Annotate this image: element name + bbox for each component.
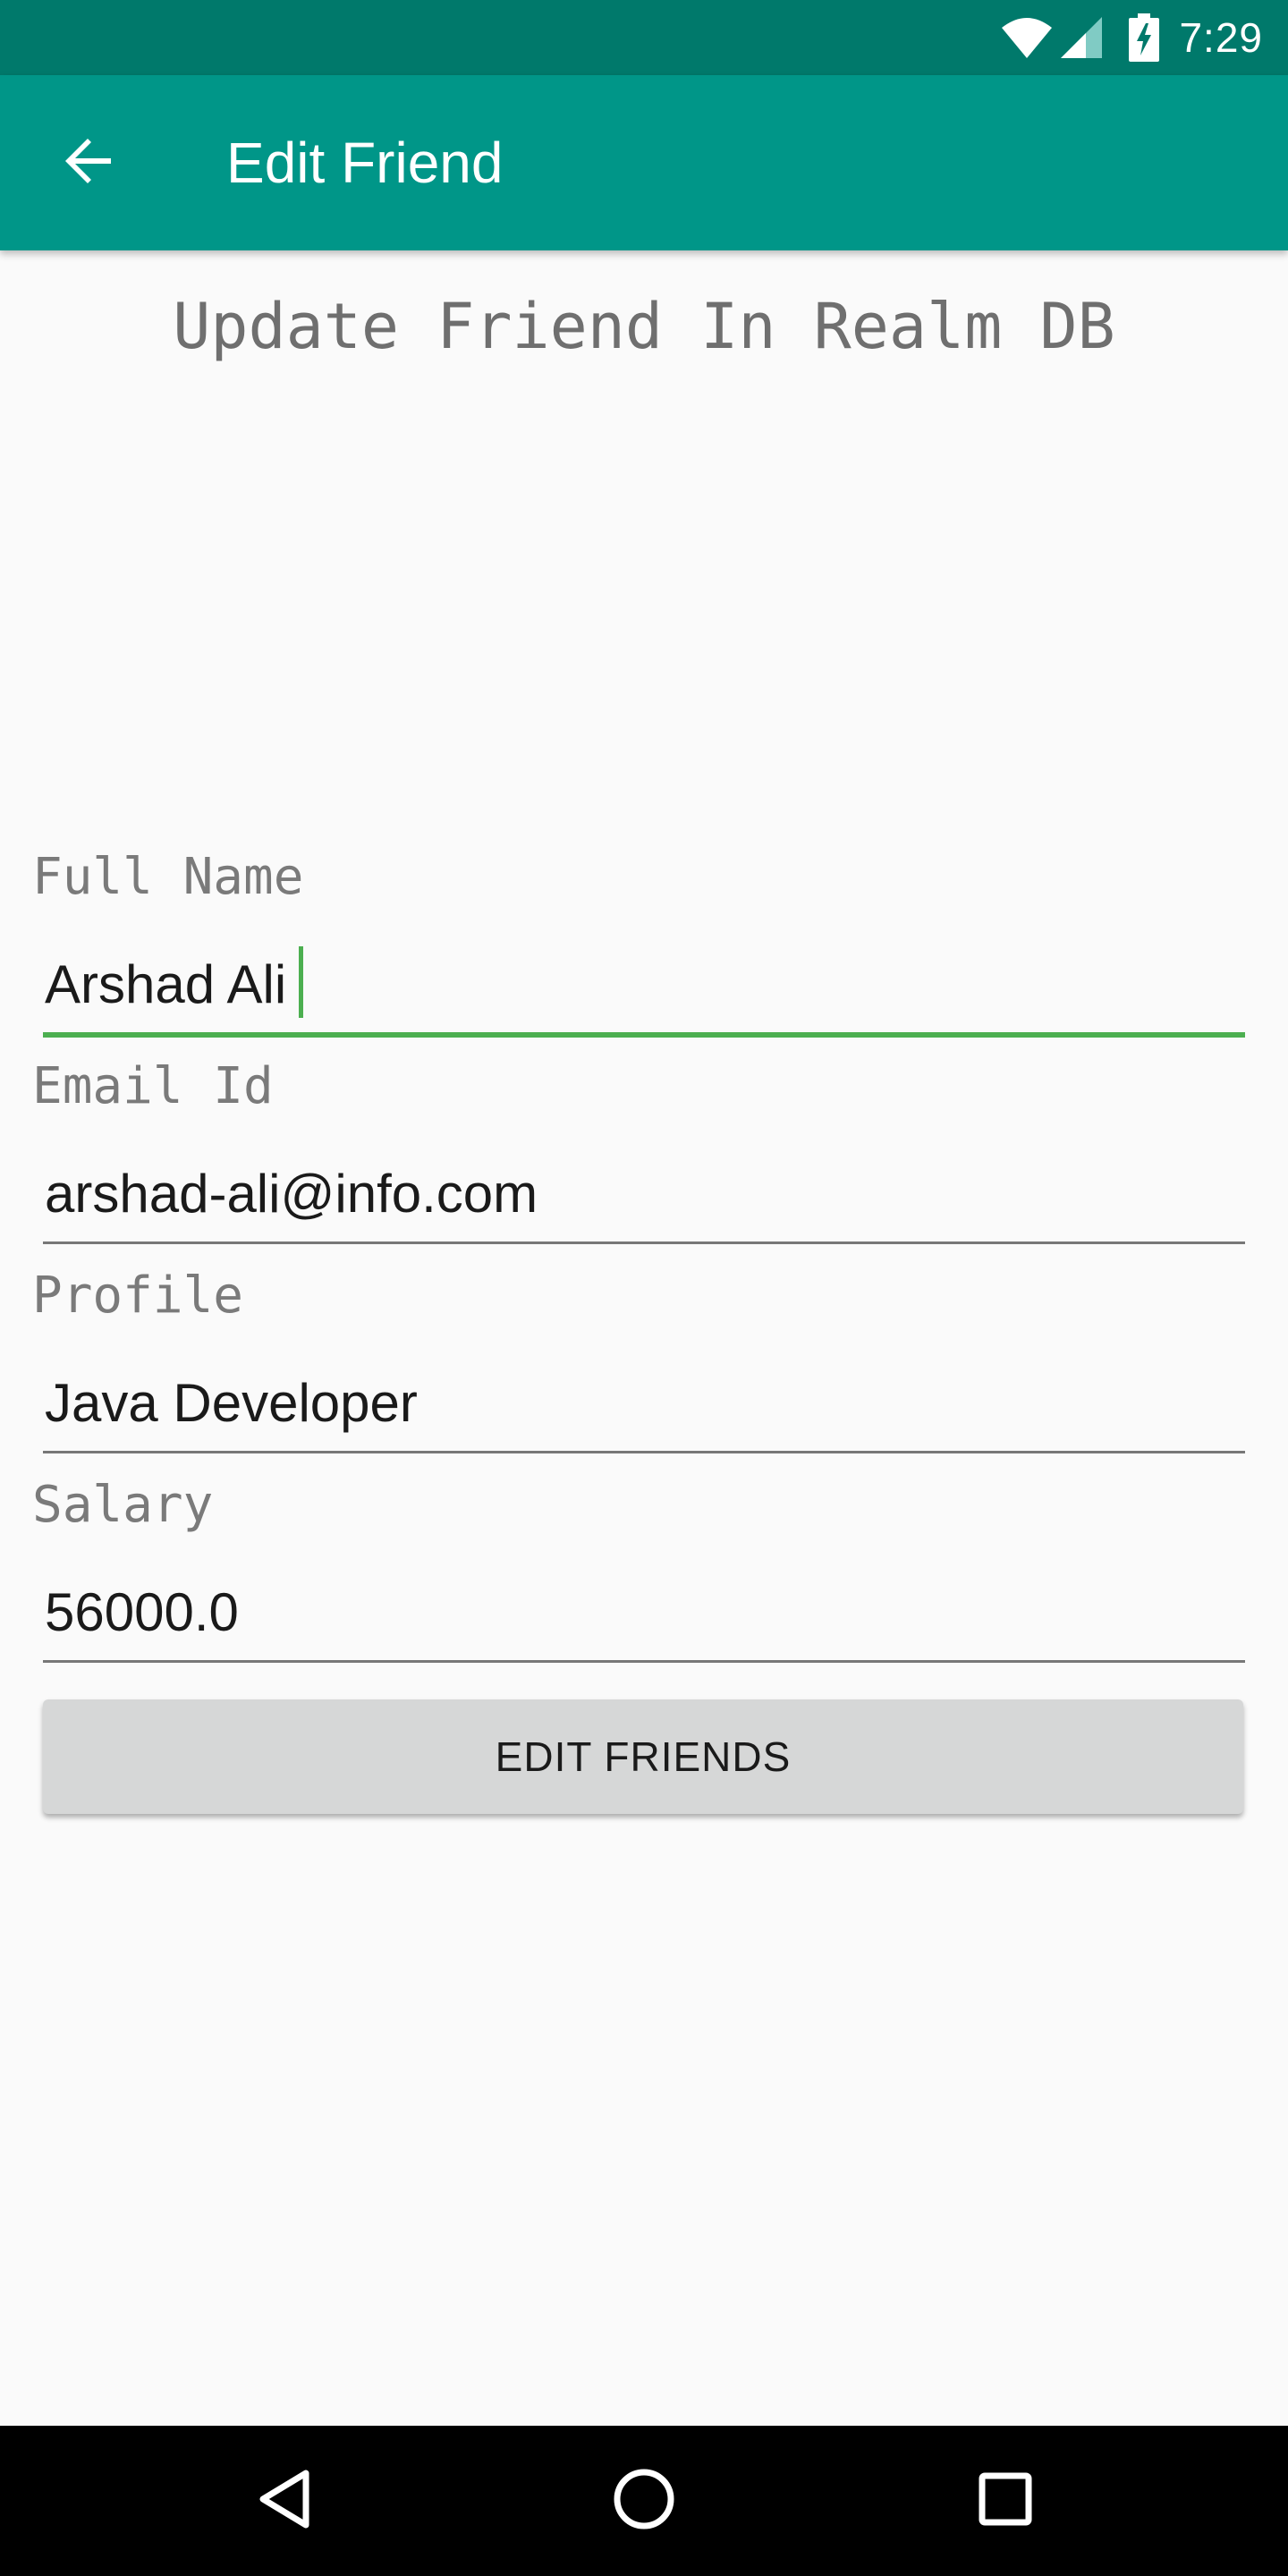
edit-friend-form: Update Friend In Realm DB Full Name Emai… <box>0 250 1288 2426</box>
app-bar-title: Edit Friend <box>226 131 504 195</box>
cellular-signal-icon <box>1059 15 1106 60</box>
email-input[interactable] <box>43 1157 1245 1244</box>
recents-square-icon <box>977 2470 1034 2532</box>
status-time: 7:29 <box>1179 14 1263 61</box>
salary-input[interactable] <box>43 1576 1245 1663</box>
home-circle-icon <box>612 2467 676 2536</box>
nav-back-button[interactable] <box>240 2456 329 2546</box>
nav-home-button[interactable] <box>599 2456 689 2546</box>
email-id-label: Email Id <box>32 1057 274 1115</box>
arrow-back-icon <box>63 134 116 192</box>
system-nav-bar <box>0 2426 1288 2576</box>
status-bar: 7:29 <box>0 0 1288 75</box>
battery-charging-icon <box>1129 13 1160 62</box>
profile-input[interactable] <box>43 1367 1245 1453</box>
nav-recents-button[interactable] <box>961 2456 1050 2546</box>
full-name-input[interactable] <box>43 948 1245 1038</box>
status-icons: 7:29 <box>1000 0 1263 75</box>
edit-friends-button[interactable]: EDIT FRIENDS <box>43 1699 1243 1814</box>
profile-label: Profile <box>32 1267 244 1325</box>
page-title: Update Friend In Realm DB <box>173 290 1115 363</box>
app-bar: Edit Friend <box>0 75 1288 250</box>
back-button[interactable] <box>43 116 136 209</box>
back-triangle-icon <box>256 2468 313 2535</box>
text-cursor <box>299 946 303 1018</box>
full-name-label: Full Name <box>32 848 304 906</box>
wifi-icon <box>1000 15 1054 60</box>
salary-label: Salary <box>32 1476 214 1534</box>
